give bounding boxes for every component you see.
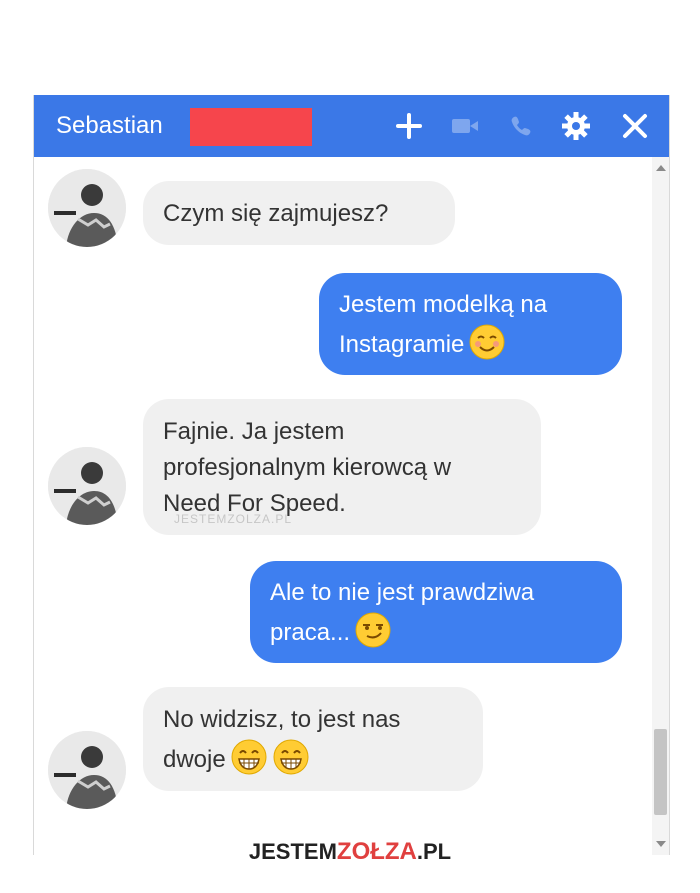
message-text: Instagramie (339, 331, 465, 358)
site-logo: JESTEMZOŁZA.PL (0, 838, 700, 866)
message-text-line: dwoje (163, 738, 463, 778)
close-icon[interactable] (618, 109, 652, 143)
message-text: praca... (270, 619, 351, 646)
message-bubble-outgoing: Ale to nie jest prawdziwa praca... (250, 561, 622, 663)
contact-name[interactable]: Sebastian (56, 112, 163, 140)
contact-avatar[interactable] (48, 447, 126, 525)
message-text: dwoje (163, 746, 226, 773)
video-icon[interactable] (448, 109, 482, 143)
scroll-thumb[interactable] (654, 729, 667, 815)
redacted-surname (190, 108, 312, 146)
message-scrollbar[interactable] (652, 157, 669, 855)
message-text-line: profesjonalnym kierowcą w (163, 454, 452, 481)
watermark: JESTEMZOLZA.PL (174, 512, 293, 526)
message-text-line: No widzisz, to jest nas (163, 706, 401, 733)
message-text: Czym się zajmujesz? (163, 200, 389, 227)
message-bubble-outgoing: Jestem modelką na Instagramie (319, 273, 622, 375)
phone-icon[interactable] (504, 109, 538, 143)
contact-avatar[interactable] (48, 731, 126, 809)
chat-header: Sebastian (34, 95, 669, 157)
grinning-face-emoji (230, 738, 268, 776)
message-text-line: Fajnie. Ja jestem (163, 418, 345, 445)
contact-avatar[interactable] (48, 169, 126, 247)
message-text-line: Jestem modelką na (339, 291, 548, 318)
message-list: Czym się zajmujesz? Jestem modelką na In… (34, 157, 654, 855)
logo-text-zolza: ZOŁZA (336, 838, 417, 865)
grinning-face-emoji (272, 738, 310, 776)
smirking-face-emoji (354, 611, 392, 649)
logo-text-domain: .PL (416, 839, 452, 864)
chat-window: Sebastian Czym się zajmujesz? Jestem mod… (33, 95, 670, 855)
scroll-up-arrow-icon[interactable] (656, 165, 666, 171)
message-bubble-incoming: No widzisz, to jest nas dwoje (143, 687, 483, 791)
message-text-line: praca... (270, 611, 602, 651)
gear-icon[interactable] (559, 109, 593, 143)
message-text-line: Ale to nie jest prawdziwa (270, 579, 535, 606)
logo-text-jestem: JESTEM (248, 839, 337, 864)
plus-icon[interactable] (392, 109, 426, 143)
message-bubble-incoming: Czym się zajmujesz? (143, 181, 455, 245)
message-text-line: Instagramie (339, 323, 602, 363)
smiling-face-emoji (468, 323, 506, 361)
